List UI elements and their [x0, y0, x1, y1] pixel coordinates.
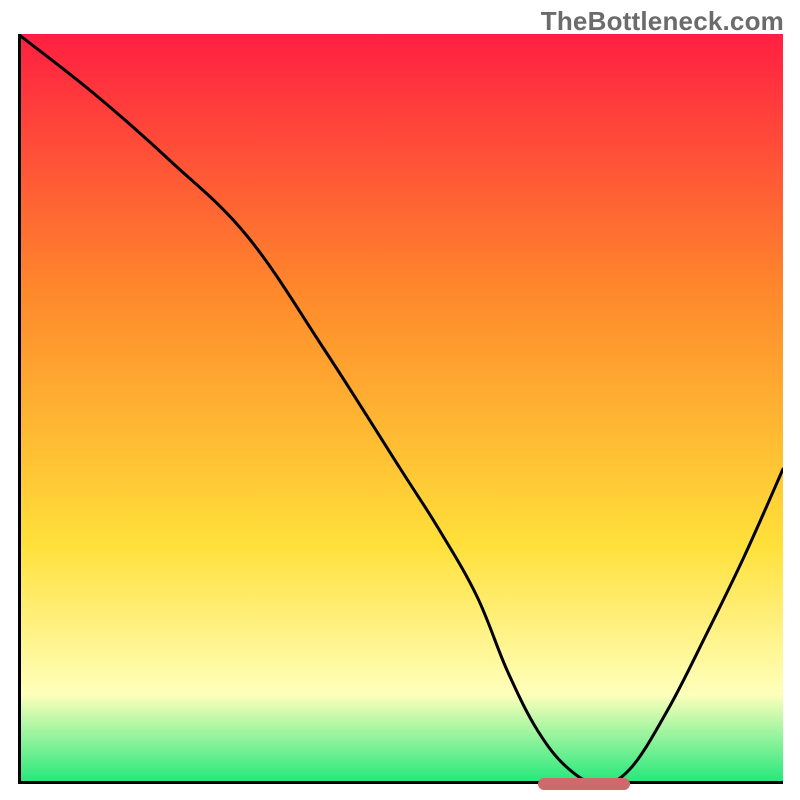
- watermark-text: TheBottleneck.com: [541, 6, 784, 37]
- axes: [18, 34, 783, 784]
- chart-frame: TheBottleneck.com: [0, 0, 800, 800]
- optimal-range-marker: [538, 778, 630, 790]
